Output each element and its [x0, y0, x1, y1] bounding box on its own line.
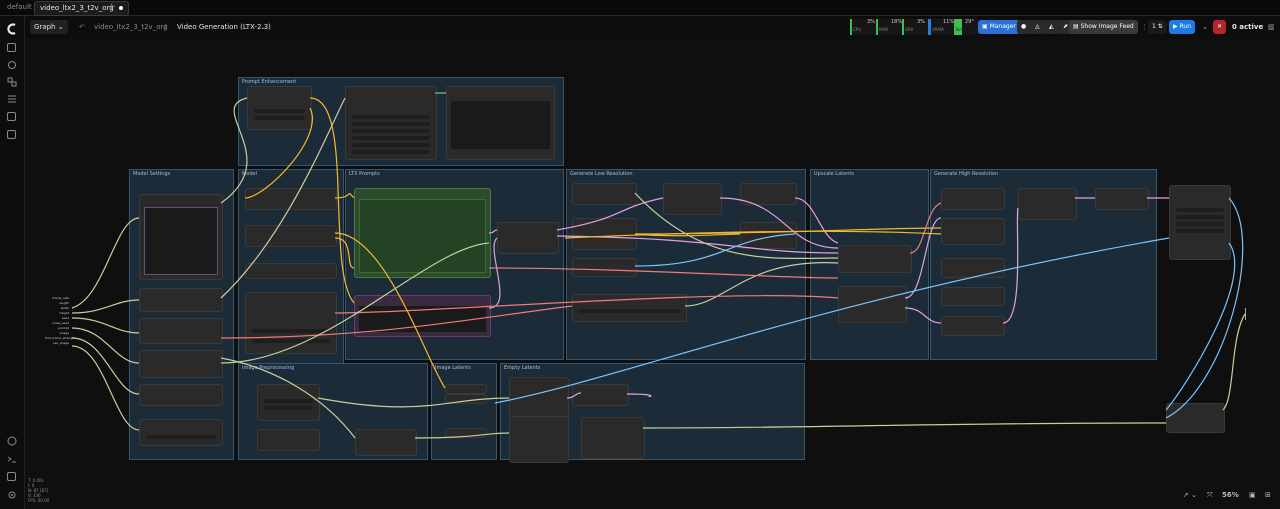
queue-count[interactable]: 1 ⇅: [1148, 20, 1167, 34]
cancel-run-button[interactable]: ✕: [1213, 20, 1226, 34]
image-feed-button[interactable]: ▤ Show Image Feed: [1069, 20, 1138, 34]
vram-value: 11%: [943, 19, 955, 25]
active-queue-count[interactable]: 0 active: [1232, 20, 1263, 34]
vram-label: VRAM: [932, 27, 944, 32]
node-graph-canvas[interactable]: Prompt Enhancement Model Settings Model …: [25, 38, 1280, 509]
comfy-logo-icon[interactable]: [6, 23, 18, 35]
terminal-icon[interactable]: [7, 454, 17, 464]
nodes-icon[interactable]: [7, 77, 17, 87]
back-icon[interactable]: ↶: [79, 20, 85, 34]
run-button[interactable]: ▶ Run: [1169, 20, 1196, 34]
pointer-mode-icon[interactable]: ➚ ⌄: [1183, 491, 1197, 499]
graph-mode-button[interactable]: Graph ⌄: [30, 20, 68, 34]
image-feed-label: Show Image Feed: [1080, 23, 1134, 30]
tab-default[interactable]: default: [2, 1, 37, 14]
tab-bar: default video_ltx2_3_t2v_org +: [0, 0, 1280, 16]
gpu-value: 3%: [917, 19, 925, 25]
shortcuts-icon[interactable]: [7, 472, 16, 481]
tab-workflow-label: video_ltx2_3_t2v_org: [40, 4, 114, 12]
cpu-label: CPU: [853, 27, 862, 32]
temp-value: 29°: [965, 19, 974, 25]
node-links: [71, 92, 1246, 439]
models-icon[interactable]: [7, 60, 17, 70]
new-tab-button[interactable]: +: [108, 1, 116, 14]
fit-view-icon[interactable]: ⤧: [1207, 491, 1213, 500]
temp-label: Temp: [955, 27, 966, 32]
help-icon[interactable]: [7, 436, 17, 446]
workflows-icon[interactable]: [7, 94, 17, 104]
breadcrumb-separator: /: [164, 23, 167, 31]
queue-count-value: 1: [1152, 23, 1156, 30]
perf-stats: T: 0.00s I: 0 N: 87 [87] V: 336 FPS: 60.…: [28, 478, 49, 503]
gpu-label: GPU: [905, 27, 914, 32]
templates-icon[interactable]: [7, 112, 16, 121]
settings-gear-icon[interactable]: [7, 490, 17, 500]
chevron-down-icon[interactable]: ⌄: [260, 20, 266, 34]
manager-button[interactable]: ▣ Manager: [978, 20, 1020, 34]
resource-monitor: 3% CPU 18% RAM 3% GPU 11% VRAM 29° Temp: [850, 19, 978, 35]
manager-label: Manager: [989, 23, 1016, 30]
run-label: Run: [1179, 23, 1192, 30]
breadcrumb-subgraph[interactable]: Video Generation (LTX-2.3): [177, 20, 271, 34]
cpu-value: 3%: [867, 19, 875, 25]
breadcrumb-workflow[interactable]: video_ltx2_3_t2v_org: [94, 20, 168, 34]
graph-mode-label: Graph: [34, 23, 56, 31]
panel-toggle-icon[interactable]: ▥: [1268, 20, 1275, 34]
unsaved-dot-icon: [118, 6, 123, 10]
sidebar: [0, 16, 25, 509]
link-visibility-icon[interactable]: ⊞: [1265, 491, 1271, 499]
ram-label: RAM: [879, 27, 888, 32]
queue-icon[interactable]: [7, 130, 16, 139]
stat-fps: FPS: 60.00: [28, 498, 50, 503]
minimap-icon[interactable]: ▣: [1249, 491, 1256, 499]
zoom-level[interactable]: 56%: [1222, 491, 1239, 499]
assets-icon[interactable]: [7, 43, 16, 52]
top-toolbar: Graph ⌄ ↶ video_ltx2_3_t2v_org / Video G…: [24, 16, 1280, 38]
ram-value: 18%: [891, 19, 903, 25]
run-options-chevron-icon[interactable]: ⌄: [1202, 20, 1208, 34]
